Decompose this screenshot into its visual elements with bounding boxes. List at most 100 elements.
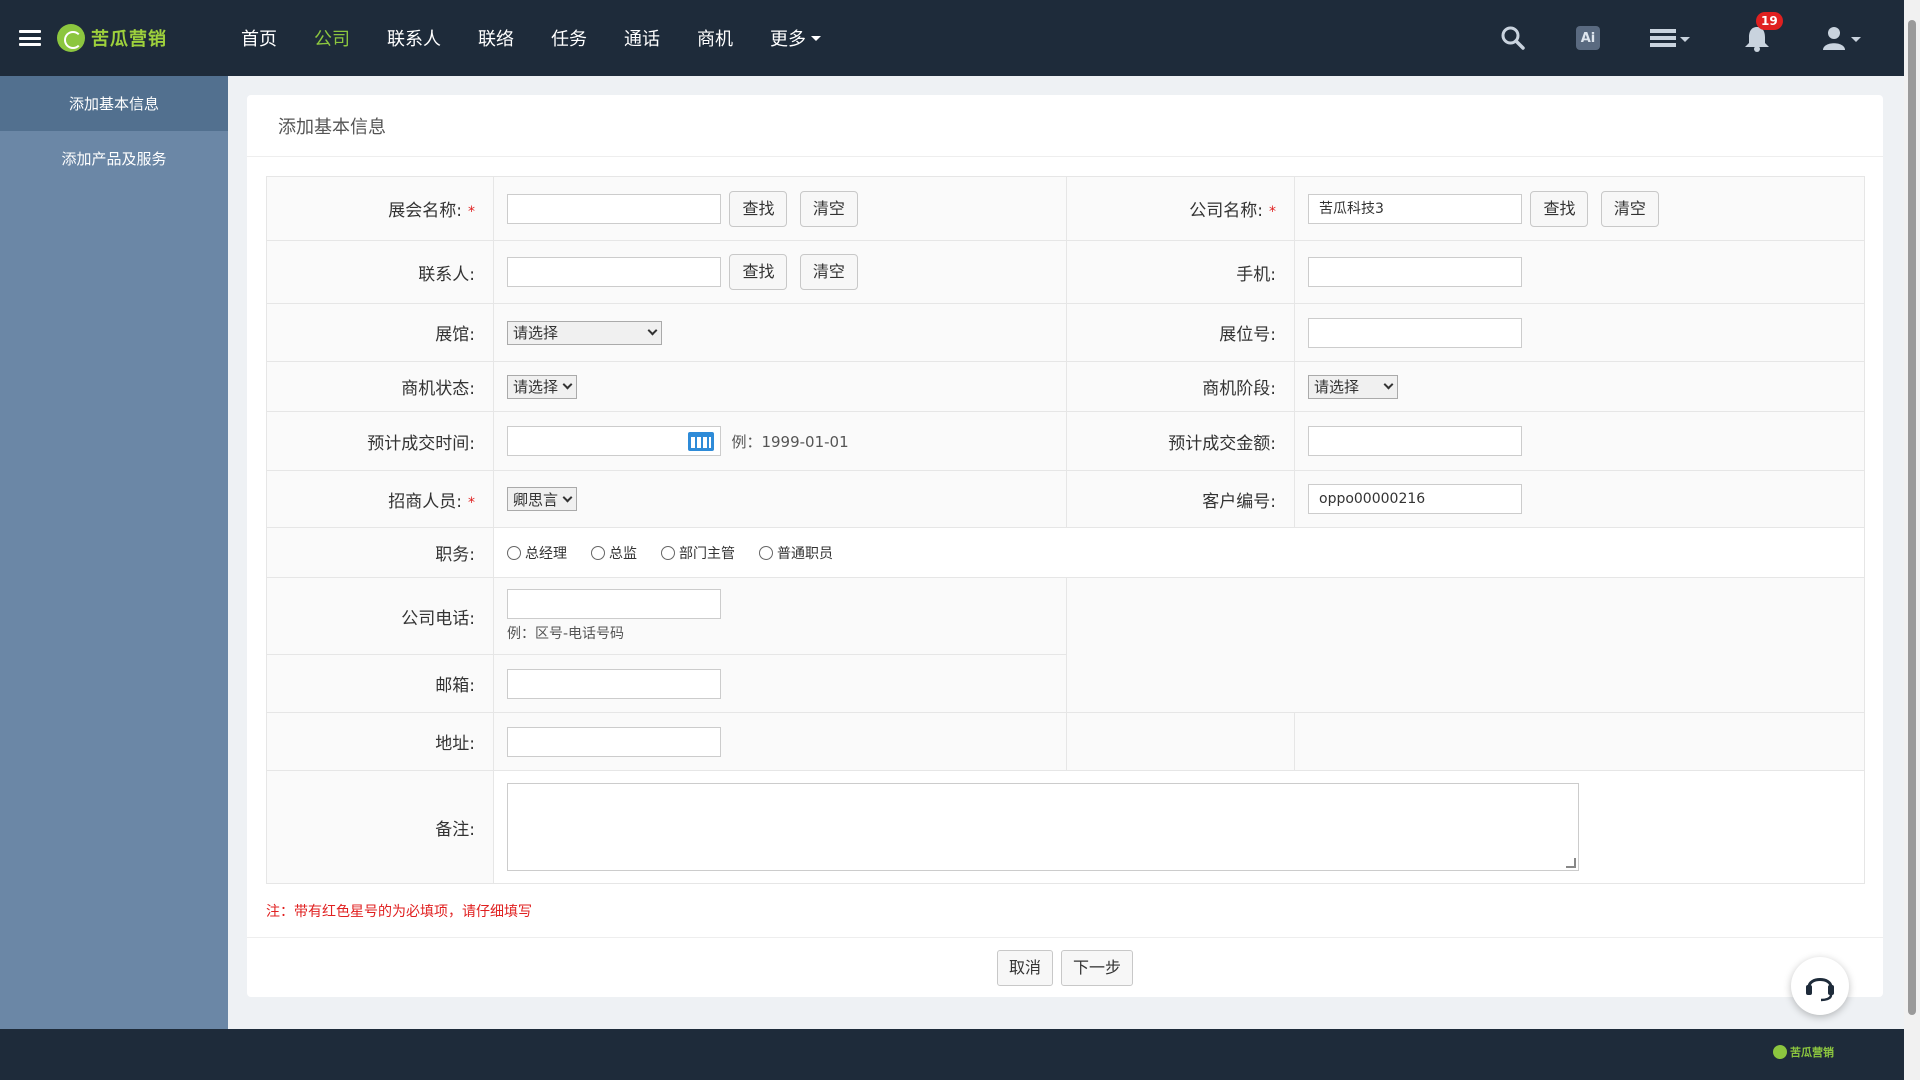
empty-cell [1066,577,1865,713]
menu-toggle-icon[interactable] [19,30,41,46]
scrollbar-thumb[interactable] [1908,20,1916,1015]
required-mark: * [468,204,475,220]
calendar-icon[interactable] [688,432,714,451]
position-radio-manager[interactable]: 部门主管 [661,543,735,563]
nav-opportunities-label: 商机 [697,29,733,50]
required-fields-note: 注：带有红色星号的为必填项，请仔细填写 [266,904,532,920]
hall-selected-value: 请选择 [513,324,559,342]
radio-circle [507,545,521,560]
contact-input[interactable] [507,257,721,287]
nav-tasks[interactable]: 任务 [551,25,587,51]
exhibition-search-button[interactable]: 查找 [729,190,788,227]
nav-more[interactable]: 更多 [770,25,821,51]
mobile-input[interactable] [1308,257,1522,287]
customer-no-label: 客户编号: [1066,470,1295,528]
nav-contacts-label: 联系人 [387,29,441,50]
sidebar-item-label: 添加产品及服务 [61,150,167,168]
brand-logo[interactable]: 苦瓜营销 [57,24,167,52]
hall-select[interactable]: 请选择 [507,320,662,345]
opp-stage-selected-value: 请选择 [1314,378,1360,396]
contact-clear-button[interactable]: 清空 [799,254,858,290]
headset-icon[interactable] [1791,957,1849,1015]
opp-stage-select[interactable]: 请选择 [1308,374,1398,399]
nav-communications-label: 联络 [478,29,514,50]
email-input[interactable] [507,668,721,699]
expected-amount-input[interactable] [1308,426,1522,456]
expected-date-input[interactable] [507,426,721,456]
expected-date-label: 预计成交时间: [266,411,494,471]
remarks-textarea[interactable] [507,783,1579,871]
company-phone-input[interactable] [507,589,721,619]
exhibition-clear-button[interactable]: 清空 [799,190,858,227]
nav-communications[interactable]: 联络 [478,25,514,51]
company-clear-button[interactable]: 清空 [1600,190,1659,227]
ai-assistant-icon[interactable]: Ai [1576,26,1600,50]
radio-label: 部门主管 [679,545,735,562]
company-name-input[interactable]: 苦瓜科技3 [1308,193,1522,224]
expected-amount-label: 预计成交金额: [1066,411,1295,471]
chevron-down-icon [811,35,821,41]
radio-label: 总经理 [525,545,567,562]
customer-no-input[interactable]: oppo00000216 [1308,484,1522,514]
exhibition-name-label: 展会名称: * [266,176,494,241]
opp-status-selected-value: 请选择 [513,378,559,396]
required-mark: * [1269,204,1276,220]
chevron-down-icon [562,379,573,390]
remarks-label: 备注: [266,770,494,884]
next-step-button[interactable]: 下一步 [1061,949,1134,986]
company-search-button[interactable]: 查找 [1530,190,1589,227]
position-radio-group: 总经理 总监 部门主管 普通职员 [507,543,1864,563]
nav-company-label: 公司 [314,29,350,50]
contact-search-button[interactable]: 查找 [729,254,788,290]
opp-status-select[interactable]: 请选择 [507,374,578,399]
expected-date-hint: 例：1999-01-01 [731,432,849,451]
nav-opportunities[interactable]: 商机 [697,25,733,51]
company-phone-hint: 例：区号-电话号码 [507,626,625,642]
empty-cell [1066,712,1295,771]
radio-circle [759,545,773,560]
list-menu-icon[interactable] [1650,28,1692,48]
recruiter-selected-value: 卿思言 [513,490,559,509]
page-title: 添加基本信息 [247,95,1883,157]
booth-no-label: 展位号: [1066,303,1295,362]
sidebar-item-products[interactable]: 添加产品及服务 [0,131,228,186]
nav-contacts[interactable]: 联系人 [387,25,441,51]
recruiter-select[interactable]: 卿思言 [507,487,578,511]
company-phone-label: 公司电话: [266,577,494,655]
logo-icon [1773,1045,1787,1059]
footer-logo: 苦瓜营销 [1773,1044,1834,1060]
nav-calls[interactable]: 通话 [624,25,660,51]
main-nav: 首页 公司 联系人 联络 任务 通话 商机 更多 [241,0,858,76]
bell-icon[interactable]: 19 [1742,12,1783,52]
search-icon[interactable] [1500,25,1526,51]
sidebar: 添加基本信息 添加产品及服务 [0,76,228,1029]
cancel-button[interactable]: 取消 [996,949,1053,986]
page-scrollbar[interactable] [1904,0,1920,1080]
nav-home[interactable]: 首页 [241,25,277,51]
position-radio-director[interactable]: 总监 [591,543,637,563]
position-radio-staff[interactable]: 普通职员 [759,543,833,563]
radio-label: 总监 [609,545,637,562]
hall-label: 展馆: [266,303,494,362]
notification-badge: 19 [1756,12,1783,30]
ai-label: Ai [1576,26,1600,50]
contact-label: 联系人: [266,240,494,304]
position-radio-gm[interactable]: 总经理 [507,543,567,563]
exhibition-name-input[interactable] [507,193,721,224]
booth-no-input[interactable] [1308,317,1522,348]
form-card: 添加基本信息 展会名称: * 查找 清空 公司名称: * 苦瓜科技3 查找 清空 联… [247,95,1883,997]
email-label: 邮箱: [266,654,494,713]
required-mark: * [468,494,475,511]
user-menu-icon[interactable] [1822,25,1864,51]
address-label: 地址: [266,712,494,771]
nav-more-label: 更多 [770,29,806,50]
address-input[interactable] [507,726,721,757]
radio-circle [661,545,675,560]
nav-company[interactable]: 公司 [314,25,350,51]
sidebar-item-basic-info[interactable]: 添加基本信息 [0,76,228,131]
top-navbar: 苦瓜营销 首页 公司 联系人 联络 任务 通话 商机 更多 Ai 19 [0,0,1904,76]
logo-icon [57,24,85,52]
footer-brand-name: 苦瓜营销 [1790,1046,1834,1059]
chevron-down-icon [647,325,658,336]
nav-calls-label: 通话 [624,29,660,50]
